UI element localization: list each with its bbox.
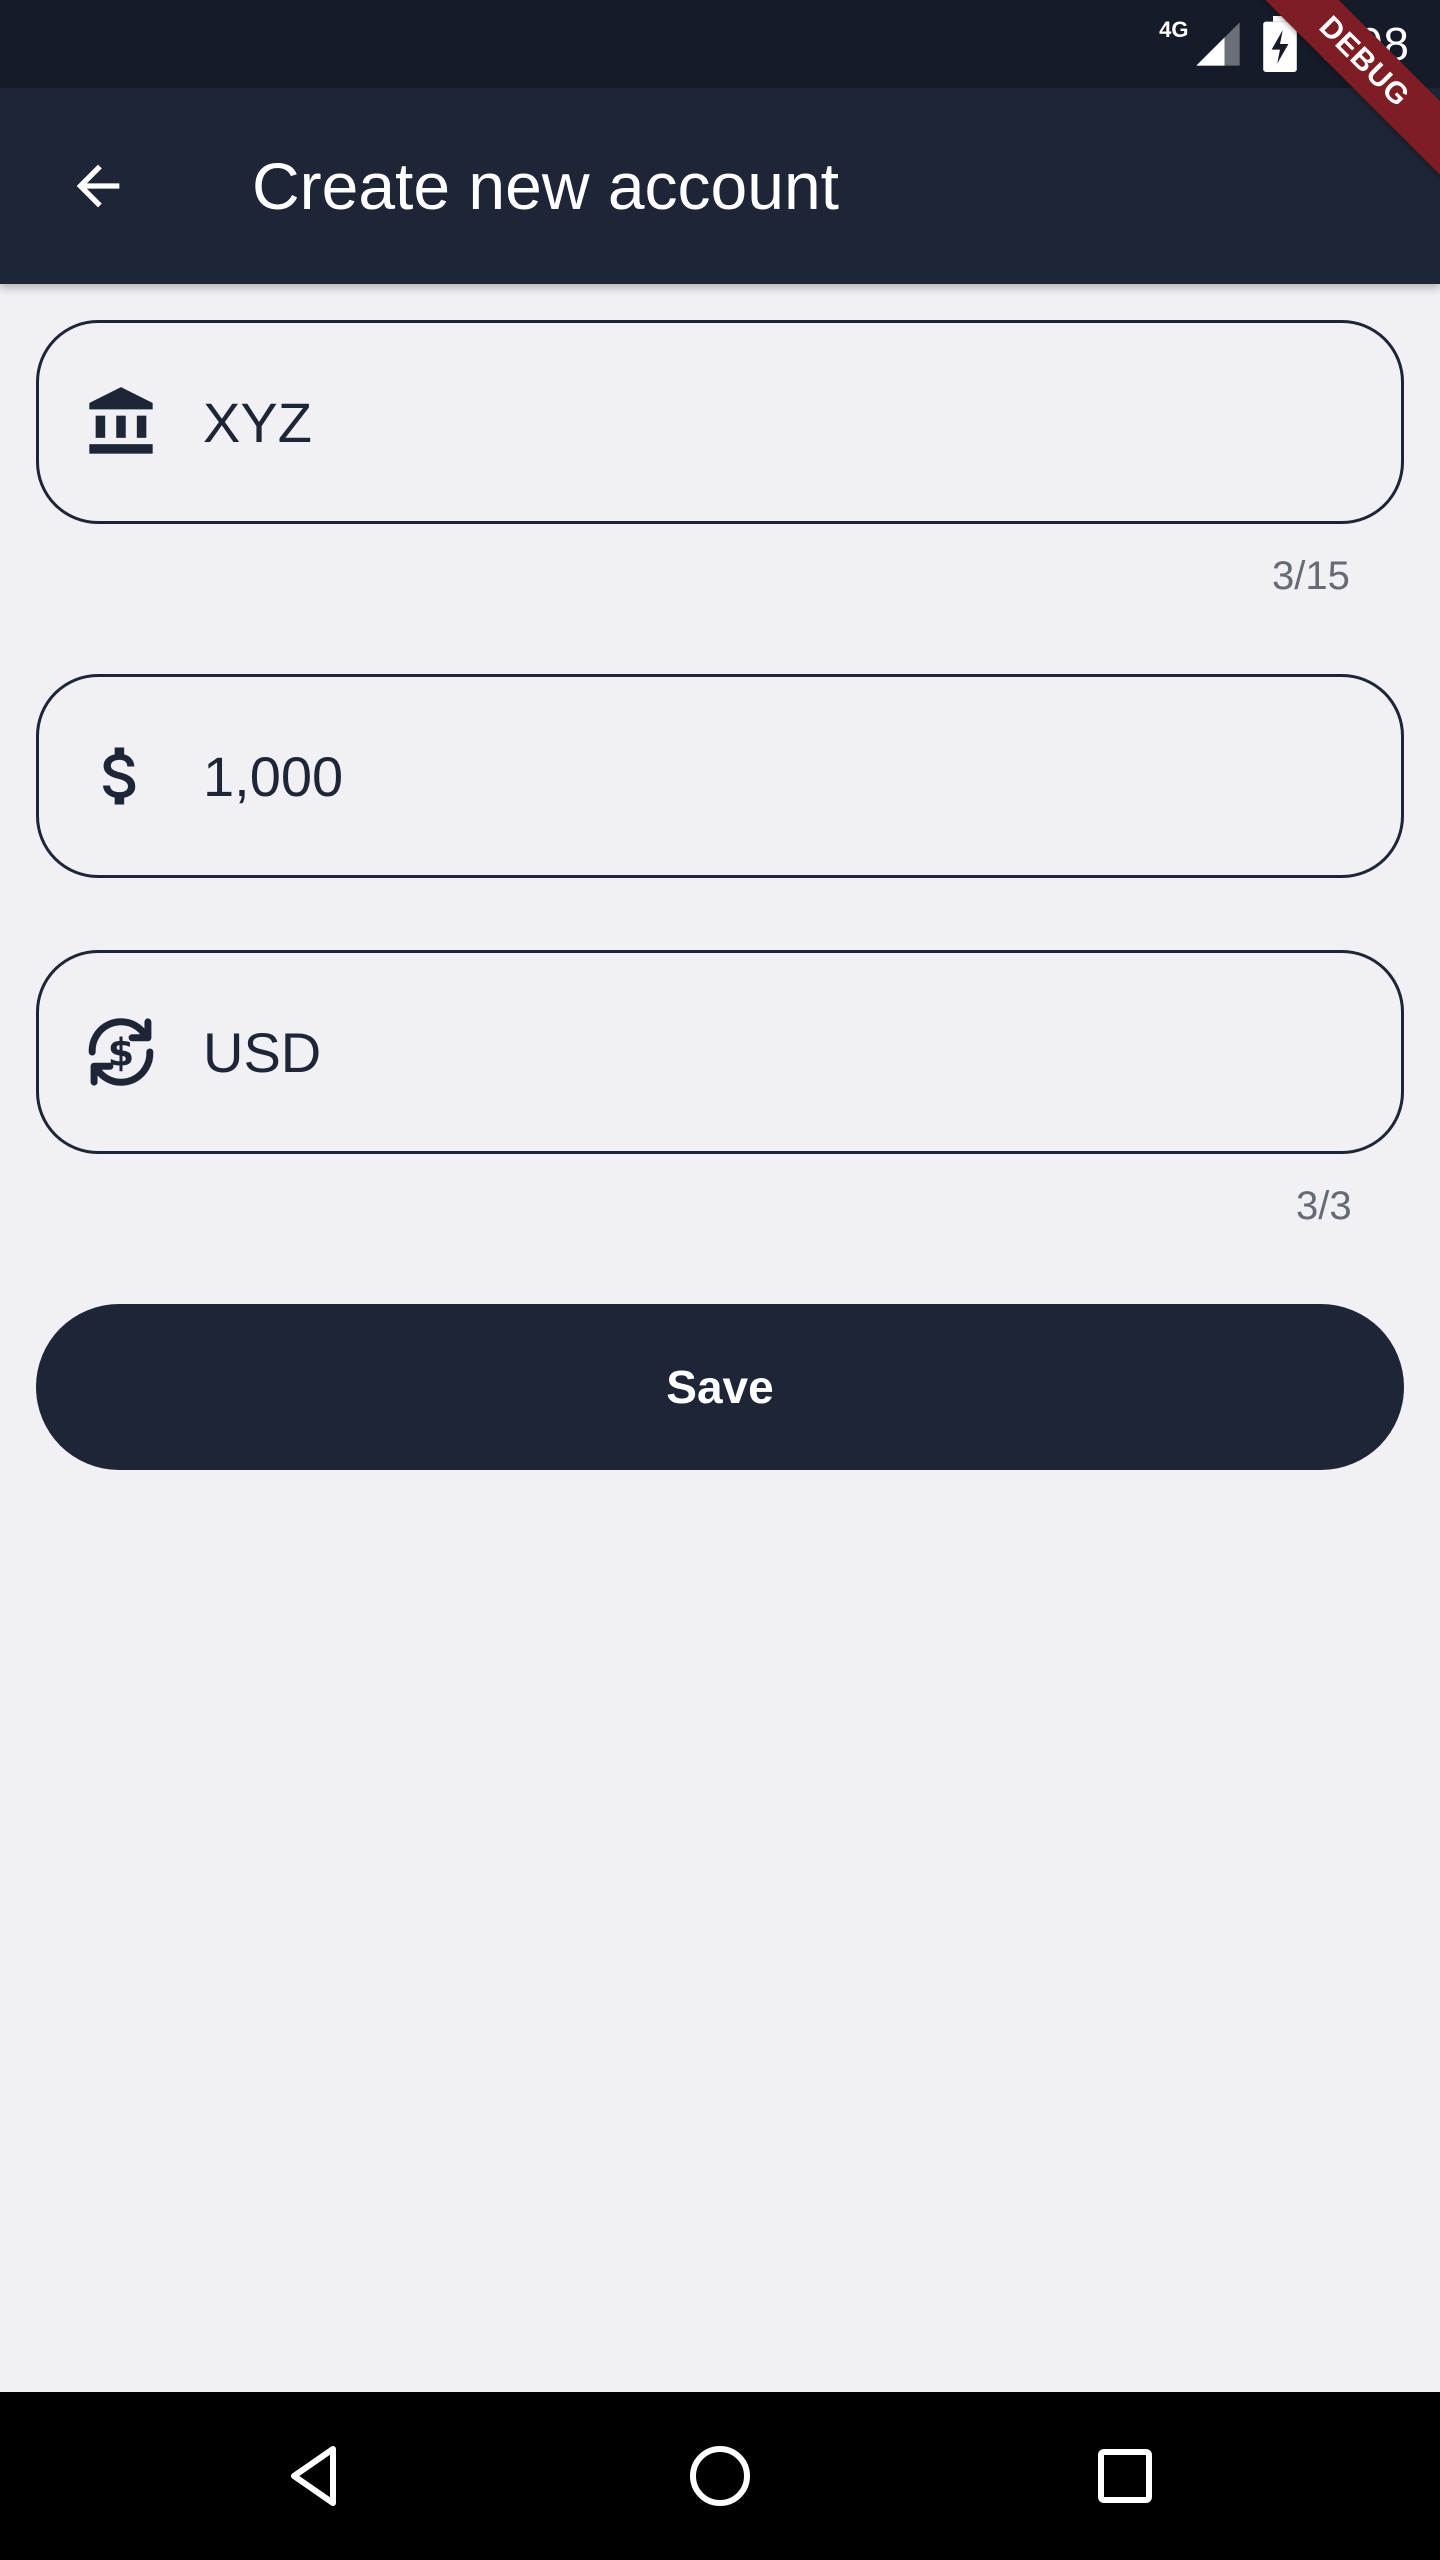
account-name-counter: 3/15	[1272, 554, 1350, 598]
network-type-label: 4G	[1159, 17, 1189, 42]
app-bar: Create new account	[0, 88, 1440, 284]
svg-text:$: $	[108, 1031, 134, 1075]
triangle-back-icon	[291, 2446, 336, 2506]
nav-back-button[interactable]	[265, 2426, 365, 2526]
signal-icon	[1196, 22, 1241, 66]
currency-counter: 3/3	[1296, 1184, 1352, 1228]
status-bar: 4G 7:08	[0, 0, 1440, 88]
currency-exchange-icon: $	[79, 1010, 163, 1094]
nav-recents-button[interactable]	[1075, 2426, 1175, 2526]
balance-input[interactable]	[203, 731, 1361, 821]
balance-field[interactable]	[36, 674, 1404, 878]
arrow-back-icon	[76, 164, 120, 208]
page-title: Create new account	[252, 149, 840, 223]
currency-field[interactable]: $	[36, 950, 1404, 1154]
dollar-icon	[79, 734, 163, 818]
save-button[interactable]: Save	[36, 1304, 1404, 1470]
back-button[interactable]	[48, 136, 148, 236]
system-nav-bar	[0, 2392, 1440, 2560]
account-name-field[interactable]	[36, 320, 1404, 524]
account-name-input[interactable]	[203, 377, 1361, 467]
circle-home-icon	[690, 2446, 750, 2506]
currency-input[interactable]	[203, 1007, 1361, 1097]
bank-icon	[79, 380, 163, 464]
nav-home-button[interactable]	[670, 2426, 770, 2526]
square-recents-icon	[1098, 2449, 1152, 2503]
